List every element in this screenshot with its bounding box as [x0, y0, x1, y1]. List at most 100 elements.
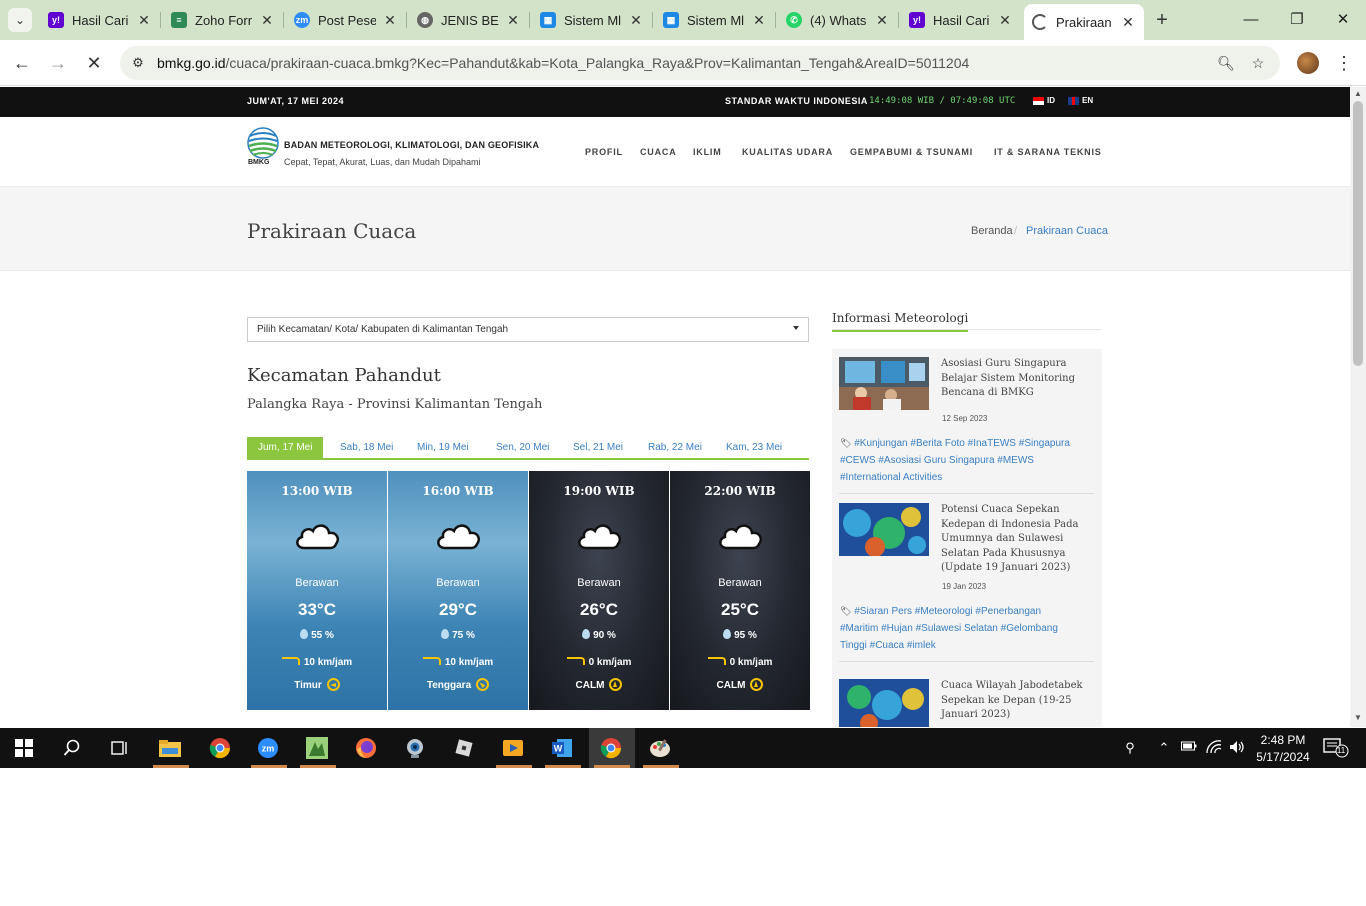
url-text[interactable]: bmkg.go.id/cuaca/prakiraan-cuaca.bmkg?Ke… [157, 55, 969, 71]
notification-count: 11 [1336, 746, 1346, 755]
media-player-icon[interactable] [499, 734, 527, 762]
browser-tab[interactable]: y! Hasil Cari ✕ [909, 6, 1013, 34]
notification-center[interactable]: 11 [1322, 738, 1350, 758]
nav-profil[interactable]: PROFIL [585, 147, 623, 157]
battery-icon[interactable] [1180, 740, 1198, 756]
search-icon[interactable] [58, 734, 86, 762]
arrow-right-icon: → [49, 53, 67, 73]
forward-button[interactable]: → [46, 51, 70, 75]
close-icon[interactable]: ✕ [874, 12, 890, 29]
minimize-button[interactable]: — [1239, 8, 1263, 32]
news-date: 12 Sep 2023 [942, 414, 988, 423]
volume-icon[interactable] [1228, 740, 1246, 756]
lang-id-link[interactable]: ID [1033, 96, 1055, 105]
paint-icon[interactable] [646, 734, 674, 762]
close-icon[interactable]: ✕ [1120, 14, 1136, 31]
forecast-humidity: 95 % [670, 629, 810, 641]
bookmark-star-icon[interactable]: ☆ [1248, 53, 1268, 73]
wind-direction-label: CALM [575, 680, 605, 691]
chevron-up-icon[interactable]: ⌃ [1156, 740, 1172, 756]
file-explorer-icon[interactable] [156, 734, 184, 762]
roblox-icon[interactable] [450, 734, 478, 762]
forecast-temperature: 26°C [580, 600, 618, 619]
location-select[interactable]: Pilih Kecamatan/ Kota/ Kabupaten di Kali… [247, 317, 809, 342]
profile-avatar[interactable] [1297, 52, 1319, 74]
new-tab-button[interactable]: + [1150, 8, 1174, 32]
site-top-bar: JUM'AT, 17 MEI 2024 STANDAR WAKTU INDONE… [0, 87, 1350, 117]
taskbar-time[interactable]: 2:48 PM [1255, 733, 1311, 747]
news-tags[interactable]: 🏷︎ #Kunjungan #Berita Foto #InaTEWS #Sin… [840, 435, 1080, 486]
tab-search-button[interactable]: ⌄ [8, 8, 32, 32]
cloud-icon [296, 524, 339, 550]
breadcrumb-current[interactable]: Prakiraan Cuaca [1026, 225, 1108, 237]
scrollbar-thumb[interactable] [1353, 101, 1363, 366]
close-icon[interactable]: ✕ [505, 12, 521, 29]
photo-app-icon[interactable] [303, 734, 331, 762]
tab-day-5[interactable]: Sel, 21 Mei [573, 437, 623, 458]
humidity-value: 95 % [734, 630, 757, 641]
tab-day-3[interactable]: Min, 19 Mei [417, 437, 469, 458]
browser-tab[interactable]: ✆ (4) Whats ✕ [786, 6, 890, 34]
close-icon[interactable]: ✕ [259, 12, 275, 29]
people-icon[interactable]: ⚲ [1120, 740, 1140, 756]
close-icon[interactable]: ✕ [382, 12, 398, 29]
webcam-app-icon[interactable] [401, 734, 429, 762]
chrome-icon[interactable] [597, 734, 625, 762]
browser-tab-active[interactable]: Prakiraan ✕ [1024, 4, 1144, 40]
forecast-card: 22:00 WIB Berawan 25°C 95 % 0 km/jam CAL… [670, 471, 810, 710]
browser-tab[interactable]: ▦ Sistem Ml ✕ [663, 6, 767, 34]
news-tags-text[interactable]: #Kunjungan #Berita Foto #InaTEWS #Singap… [840, 438, 1070, 483]
tab-day-1[interactable]: Jum, 17 Mei [247, 437, 324, 458]
close-icon[interactable]: ✕ [997, 12, 1013, 29]
nav-iklim[interactable]: IKLIM [693, 147, 722, 157]
close-icon[interactable]: ✕ [751, 12, 767, 29]
tab-day-6[interactable]: Rab, 22 Mei [648, 437, 702, 458]
zoom-icon[interactable]: zm [254, 734, 282, 762]
nav-kualitas-udara[interactable]: KUALITAS UDARA [742, 147, 833, 157]
restore-button[interactable]: ❐ [1285, 8, 1309, 32]
stop-loading-button[interactable]: ✕ [82, 51, 106, 75]
browser-tab[interactable]: zm Post Pese ✕ [294, 6, 398, 34]
tag-icon: 🏷︎ [840, 438, 852, 448]
news-title[interactable]: Potensi Cuaca Sepekan Kedepan di Indones… [941, 503, 1091, 576]
scroll-down-icon[interactable]: ▼ [1350, 713, 1366, 725]
windows-start-icon[interactable] [10, 734, 38, 762]
browser-tab[interactable]: ◍ JENIS BEN ✕ [417, 6, 521, 34]
browser-tab[interactable]: ▦ Sistem Ml ✕ [540, 6, 644, 34]
chrome-icon[interactable] [206, 734, 234, 762]
zoom-icon[interactable]: 🔍︎ [1216, 53, 1236, 73]
scroll-up-icon[interactable]: ▲ [1350, 89, 1366, 101]
word-icon[interactable]: W [548, 734, 576, 762]
tab-day-4[interactable]: Sen, 20 Mei [496, 437, 549, 458]
news-thumbnail[interactable] [839, 503, 929, 556]
tab-day-2[interactable]: Sab, 18 Mei [340, 437, 393, 458]
news-tags-text[interactable]: #Siaran Pers #Meteorologi #Penerbangan #… [840, 606, 1058, 651]
news-tags[interactable]: 🏷︎ #Siaran Pers #Meteorologi #Penerbanga… [840, 603, 1080, 654]
wifi-icon[interactable] [1205, 740, 1223, 756]
task-view-icon[interactable] [106, 734, 134, 762]
nav-gempabumi[interactable]: GEMPABUMI & TSUNAMI [850, 147, 973, 157]
browser-tab[interactable]: ≡ Zoho Forr ✕ [171, 6, 275, 34]
news-thumbnail[interactable] [839, 679, 929, 727]
lang-en-label: EN [1082, 96, 1094, 105]
close-icon[interactable]: ✕ [136, 12, 152, 29]
plus-icon: + [1156, 9, 1168, 31]
news-title[interactable]: Asosiasi Guru Singapura Belajar Sistem M… [941, 357, 1091, 401]
nav-cuaca[interactable]: CUACA [640, 147, 677, 157]
taskbar-date[interactable]: 5/17/2024 [1253, 750, 1313, 764]
breadcrumb-home[interactable]: Beranda [971, 225, 1013, 237]
close-icon[interactable]: ✕ [628, 12, 644, 29]
site-info-icon[interactable]: ⚙ [128, 53, 148, 73]
browser-tab[interactable]: y! Hasil Cari ✕ [48, 6, 152, 34]
close-window-button[interactable]: ✕ [1331, 8, 1355, 32]
browser-menu-icon[interactable]: ⋮ [1334, 51, 1354, 75]
lang-en-link[interactable]: EN [1068, 96, 1093, 105]
news-title[interactable]: Cuaca Wilayah Jabodetabek Sepekan ke Dep… [941, 679, 1091, 723]
back-button[interactable]: ← [10, 51, 34, 75]
firefox-icon[interactable] [352, 734, 380, 762]
nav-it-sarana[interactable]: IT & SARANA TEKNIS [994, 147, 1102, 157]
address-bar[interactable]: ⚙ bmkg.go.id/cuaca/prakiraan-cuaca.bmkg?… [120, 46, 1280, 80]
news-thumbnail[interactable] [839, 357, 929, 410]
tab-day-7[interactable]: Kam, 23 Mei [726, 437, 782, 458]
page-scrollbar[interactable]: ▲ ▼ [1350, 87, 1366, 727]
